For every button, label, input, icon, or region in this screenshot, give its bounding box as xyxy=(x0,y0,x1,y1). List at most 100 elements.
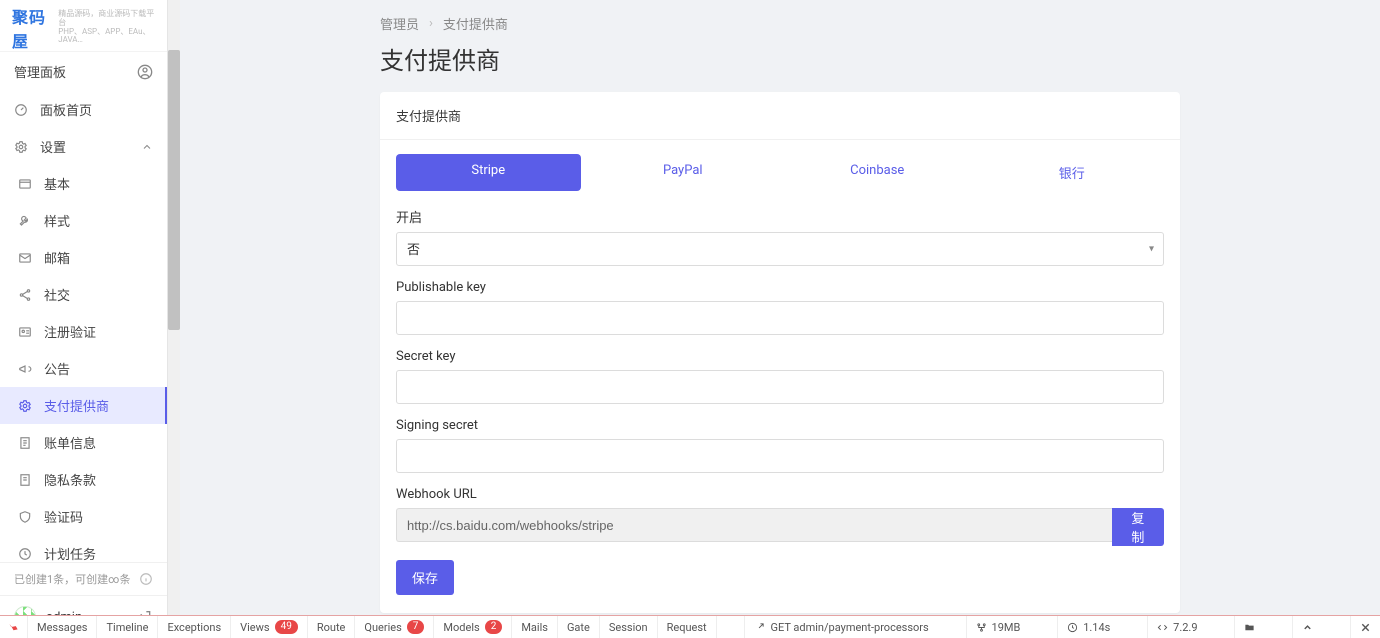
document-icon xyxy=(18,473,32,487)
sidebar-item-settings[interactable]: 设置 xyxy=(0,128,167,165)
debugbar-tab-gate[interactable]: Gate xyxy=(558,616,600,638)
gear-icon xyxy=(18,399,32,413)
sidebar-item-billing[interactable]: 账单信息 xyxy=(0,424,167,461)
webhook-input[interactable] xyxy=(396,508,1112,542)
debugbar: Messages Timeline Exceptions Views49 Rou… xyxy=(0,615,1380,638)
sidebar-item-label: 面板首页 xyxy=(40,100,92,119)
menu: 面板首页 设置 基本 样式 邮箱 社交 注册验证 xyxy=(0,91,167,562)
enable-label: 开启 xyxy=(396,207,1164,226)
sidebar-item-label: 计划任务 xyxy=(44,544,96,562)
wrench-icon xyxy=(18,214,32,228)
tabs: Stripe PayPal Coinbase 银行 xyxy=(396,154,1164,191)
section-title: 管理面板 xyxy=(14,62,66,81)
tab-coinbase[interactable]: Coinbase xyxy=(785,154,970,191)
debugbar-tab-messages[interactable]: Messages xyxy=(28,616,97,638)
sidebar-item-register[interactable]: 注册验证 xyxy=(0,313,167,350)
debugbar-php[interactable]: 7.2.9 xyxy=(1147,616,1206,638)
chevron-right-icon: › xyxy=(429,16,433,31)
close-icon xyxy=(1360,622,1371,633)
network-icon xyxy=(976,622,987,633)
debugbar-tab-views[interactable]: Views49 xyxy=(231,616,308,638)
page-title: 支付提供商 xyxy=(380,41,1180,76)
chevron-up-icon xyxy=(141,141,153,153)
signing-label: Signing secret xyxy=(396,418,1164,433)
debugbar-tab-exceptions[interactable]: Exceptions xyxy=(158,616,231,638)
debugbar-tab-queries[interactable]: Queries7 xyxy=(355,616,434,638)
debugbar-tab-timeline[interactable]: Timeline xyxy=(97,616,158,638)
gauge-icon xyxy=(14,103,28,117)
sidebar-item-label: 社交 xyxy=(44,285,70,304)
section-header: 管理面板 xyxy=(0,52,167,91)
sidebar-item-label: 隐私条款 xyxy=(44,470,96,489)
share-icon xyxy=(754,622,765,633)
clock-icon xyxy=(1067,622,1078,633)
debugbar-tab-mails[interactable]: Mails xyxy=(512,616,558,638)
sidebar-item-announce[interactable]: 公告 xyxy=(0,350,167,387)
sidebar-item-cron[interactable]: 计划任务 xyxy=(0,535,167,562)
sidebar-item-captcha[interactable]: 验证码 xyxy=(0,498,167,535)
tab-paypal[interactable]: PayPal xyxy=(591,154,776,191)
debugbar-close[interactable] xyxy=(1350,616,1380,638)
sidebar-item-label: 账单信息 xyxy=(44,433,96,452)
gear-icon xyxy=(14,140,28,154)
mail-icon xyxy=(18,251,32,265)
megaphone-icon xyxy=(18,362,32,376)
sidebar-item-style[interactable]: 样式 xyxy=(0,202,167,239)
folder-icon xyxy=(1244,622,1255,633)
info-icon[interactable] xyxy=(139,572,153,586)
sidebar-item-label: 设置 xyxy=(40,137,66,156)
laravel-icon[interactable] xyxy=(0,616,28,638)
sidebar-item-label: 注册验证 xyxy=(44,322,96,341)
scrollbar-thumb[interactable] xyxy=(168,50,180,330)
secret-input[interactable] xyxy=(396,370,1164,404)
logo[interactable]: 聚码屋 精品源码，商业源码下载平台 PHP、ASP、APP、EAu、JAVA… xyxy=(0,0,167,52)
tab-bank[interactable]: 银行 xyxy=(980,154,1165,191)
debugbar-endpoint[interactable]: GET admin/payment-processors xyxy=(744,616,937,638)
debugbar-folder[interactable] xyxy=(1234,616,1264,638)
enable-select[interactable]: 否 xyxy=(396,232,1164,266)
card-title: 支付提供商 xyxy=(380,92,1180,140)
chevron-up-icon xyxy=(1302,622,1313,633)
code-icon xyxy=(1157,622,1168,633)
signing-input[interactable] xyxy=(396,439,1164,473)
breadcrumb: 管理员 › 支付提供商 xyxy=(380,14,1180,33)
debugbar-tab-session[interactable]: Session xyxy=(600,616,658,638)
sidebar: 聚码屋 精品源码，商业源码下载平台 PHP、ASP、APP、EAu、JAVA… … xyxy=(0,0,168,638)
quota-row: 已创建1条，可创建∞条 xyxy=(0,562,167,595)
sidebar-item-label: 公告 xyxy=(44,359,70,378)
sidebar-item-label: 支付提供商 xyxy=(44,396,109,415)
logo-text: 聚码屋 xyxy=(12,4,54,52)
pubkey-input[interactable] xyxy=(396,301,1164,335)
window-icon xyxy=(18,177,32,191)
receipt-icon xyxy=(18,436,32,450)
main: 管理员 › 支付提供商 支付提供商 支付提供商 Stripe PayPal Co… xyxy=(180,0,1380,615)
shield-icon xyxy=(18,510,32,524)
debugbar-time[interactable]: 1.14s xyxy=(1057,616,1119,638)
sidebar-item-mail[interactable]: 邮箱 xyxy=(0,239,167,276)
copy-button[interactable]: 复制 xyxy=(1112,508,1164,546)
debugbar-tab-models[interactable]: Models2 xyxy=(434,616,512,638)
share-icon xyxy=(18,288,32,302)
debugbar-tab-request[interactable]: Request xyxy=(658,616,717,638)
save-button[interactable]: 保存 xyxy=(396,560,454,595)
breadcrumb-current: 支付提供商 xyxy=(443,14,508,33)
sidebar-item-basic[interactable]: 基本 xyxy=(0,165,167,202)
tab-stripe[interactable]: Stripe xyxy=(396,154,581,191)
sidebar-item-payment[interactable]: 支付提供商 xyxy=(0,387,167,424)
sidebar-item-label: 样式 xyxy=(44,211,70,230)
debugbar-expand[interactable] xyxy=(1292,616,1322,638)
clock-icon xyxy=(18,547,32,561)
webhook-label: Webhook URL xyxy=(396,487,1164,502)
sidebar-item-privacy[interactable]: 隐私条款 xyxy=(0,461,167,498)
sidebar-item-label: 邮箱 xyxy=(44,248,70,267)
user-circle-icon[interactable] xyxy=(137,64,153,80)
sidebar-item-dashboard[interactable]: 面板首页 xyxy=(0,91,167,128)
scrollbar-track xyxy=(168,0,180,638)
pubkey-label: Publishable key xyxy=(396,280,1164,295)
sidebar-item-social[interactable]: 社交 xyxy=(0,276,167,313)
breadcrumb-admin[interactable]: 管理员 xyxy=(380,14,419,33)
debugbar-tab-route[interactable]: Route xyxy=(308,616,356,638)
debugbar-memory[interactable]: 19MB xyxy=(966,616,1030,638)
id-card-icon xyxy=(18,325,32,339)
settings-card: 支付提供商 Stripe PayPal Coinbase 银行 开启 否 ▾ P… xyxy=(380,92,1180,613)
